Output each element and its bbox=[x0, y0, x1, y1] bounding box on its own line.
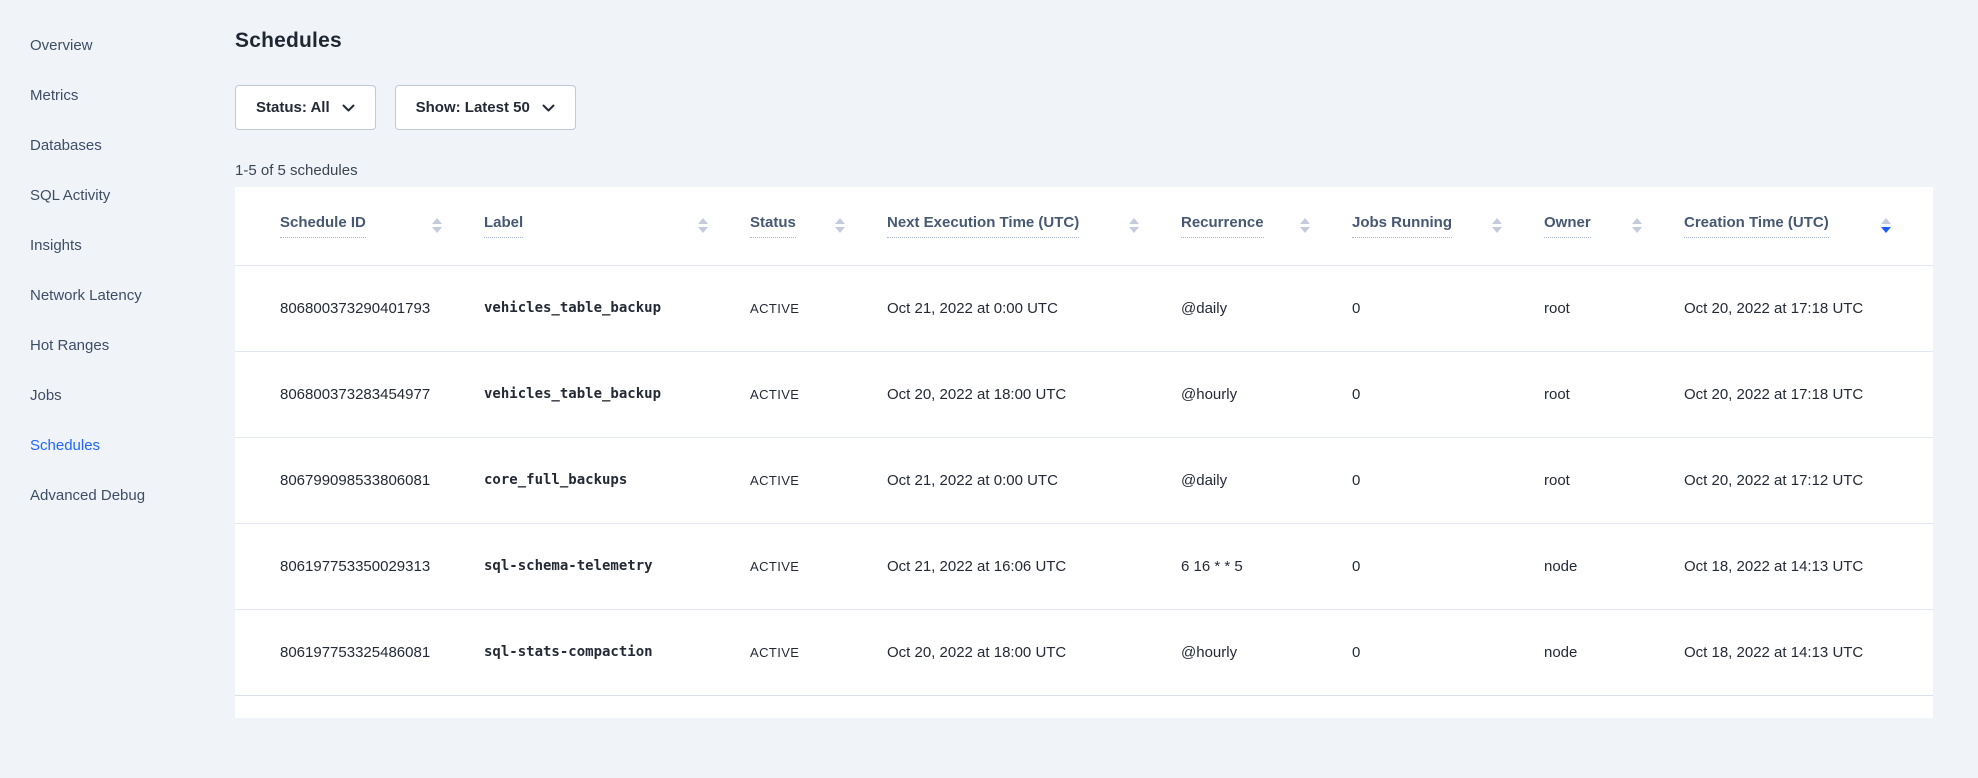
cell-recurrence: @daily bbox=[1181, 437, 1352, 523]
cell-recurrence: @hourly bbox=[1181, 351, 1352, 437]
cell-recurrence: 6 16 * * 5 bbox=[1181, 523, 1352, 609]
table-row: 806800373283454977 vehicles_table_backup… bbox=[235, 351, 1933, 437]
show-latest-dropdown[interactable]: Show: Latest 50 bbox=[395, 85, 576, 130]
cell-jobs-running: 0 bbox=[1352, 351, 1544, 437]
cell-creation-time: Oct 18, 2022 at 14:13 UTC bbox=[1684, 523, 1933, 609]
chevron-down-icon bbox=[342, 104, 355, 113]
cell-next-execution-time: Oct 21, 2022 at 0:00 UTC bbox=[887, 265, 1181, 351]
column-header-jobs-running[interactable]: Jobs Running bbox=[1352, 187, 1544, 265]
column-header-next-execution-time[interactable]: Next Execution Time (UTC) bbox=[887, 187, 1181, 265]
chevron-down-icon bbox=[542, 104, 555, 113]
cell-schedule-id: 806197753325486081 bbox=[235, 609, 484, 695]
cell-status: ACTIVE bbox=[750, 265, 887, 351]
sidebar-item-metrics[interactable]: Metrics bbox=[0, 70, 235, 120]
cell-schedule-id: 806799098533806081 bbox=[235, 437, 484, 523]
cell-schedule-id: 806800373283454977 bbox=[235, 351, 484, 437]
cell-owner: root bbox=[1544, 437, 1684, 523]
schedules-table-panel: Schedule ID Label Status bbox=[235, 187, 1933, 718]
cell-owner: root bbox=[1544, 351, 1684, 437]
cell-next-execution-time: Oct 21, 2022 at 0:00 UTC bbox=[887, 437, 1181, 523]
sidebar-item-network-latency[interactable]: Network Latency bbox=[0, 270, 235, 320]
cell-creation-time: Oct 20, 2022 at 17:18 UTC bbox=[1684, 351, 1933, 437]
table-header-row: Schedule ID Label Status bbox=[235, 187, 1933, 265]
cell-creation-time: Oct 18, 2022 at 14:13 UTC bbox=[1684, 609, 1933, 695]
sort-icon bbox=[835, 218, 845, 233]
filter-bar: Status: All Show: Latest 50 bbox=[235, 85, 576, 130]
page-title: Schedules bbox=[235, 29, 342, 53]
sort-icon bbox=[1300, 218, 1310, 233]
column-header-creation-time[interactable]: Creation Time (UTC) bbox=[1684, 187, 1933, 265]
cell-next-execution-time: Oct 21, 2022 at 16:06 UTC bbox=[887, 523, 1181, 609]
cell-status: ACTIVE bbox=[750, 437, 887, 523]
sidebar-item-sql-activity[interactable]: SQL Activity bbox=[0, 170, 235, 220]
sort-icon bbox=[432, 218, 442, 233]
sort-icon bbox=[1881, 218, 1891, 233]
cell-label: vehicles_table_backup bbox=[484, 265, 750, 351]
cell-jobs-running: 0 bbox=[1352, 609, 1544, 695]
table-row: 806800373290401793 vehicles_table_backup… bbox=[235, 265, 1933, 351]
cell-label: sql-schema-telemetry bbox=[484, 523, 750, 609]
column-header-label[interactable]: Label bbox=[484, 187, 750, 265]
cell-owner: root bbox=[1544, 265, 1684, 351]
cell-creation-time: Oct 20, 2022 at 17:12 UTC bbox=[1684, 437, 1933, 523]
cell-status: ACTIVE bbox=[750, 351, 887, 437]
column-header-owner[interactable]: Owner bbox=[1544, 187, 1684, 265]
status-filter-label: Status: All bbox=[256, 99, 330, 116]
table-row: 806197753325486081 sql-stats-compaction … bbox=[235, 609, 1933, 695]
cell-owner: node bbox=[1544, 609, 1684, 695]
sidebar-item-databases[interactable]: Databases bbox=[0, 120, 235, 170]
column-header-recurrence[interactable]: Recurrence bbox=[1181, 187, 1352, 265]
sidebar-item-overview[interactable]: Overview bbox=[0, 20, 235, 70]
cell-schedule-id: 806197753350029313 bbox=[235, 523, 484, 609]
cell-label: core_full_backups bbox=[484, 437, 750, 523]
results-count: 1-5 of 5 schedules bbox=[235, 162, 358, 179]
sort-icon bbox=[1129, 218, 1139, 233]
show-latest-label: Show: Latest 50 bbox=[416, 99, 530, 116]
sort-icon bbox=[698, 218, 708, 233]
sidebar-item-jobs[interactable]: Jobs bbox=[0, 370, 235, 420]
cell-creation-time: Oct 20, 2022 at 17:18 UTC bbox=[1684, 265, 1933, 351]
sort-icon bbox=[1632, 218, 1642, 233]
table-row: 806799098533806081 core_full_backups ACT… bbox=[235, 437, 1933, 523]
sidebar-item-schedules[interactable]: Schedules bbox=[0, 420, 235, 470]
sort-icon bbox=[1492, 218, 1502, 233]
cell-label: sql-stats-compaction bbox=[484, 609, 750, 695]
cell-label: vehicles_table_backup bbox=[484, 351, 750, 437]
sidebar-item-advanced-debug[interactable]: Advanced Debug bbox=[0, 470, 235, 520]
column-header-status[interactable]: Status bbox=[750, 187, 887, 265]
status-filter-dropdown[interactable]: Status: All bbox=[235, 85, 376, 130]
cell-recurrence: @hourly bbox=[1181, 609, 1352, 695]
column-header-schedule-id[interactable]: Schedule ID bbox=[235, 187, 484, 265]
sidebar-item-insights[interactable]: Insights bbox=[0, 220, 235, 270]
cell-next-execution-time: Oct 20, 2022 at 18:00 UTC bbox=[887, 609, 1181, 695]
cell-next-execution-time: Oct 20, 2022 at 18:00 UTC bbox=[887, 351, 1181, 437]
cell-status: ACTIVE bbox=[750, 609, 887, 695]
cell-recurrence: @daily bbox=[1181, 265, 1352, 351]
schedules-table: Schedule ID Label Status bbox=[235, 187, 1933, 696]
cell-jobs-running: 0 bbox=[1352, 437, 1544, 523]
cell-status: ACTIVE bbox=[750, 523, 887, 609]
sidebar-nav: Overview Metrics Databases SQL Activity … bbox=[0, 20, 235, 520]
table-row: 806197753350029313 sql-schema-telemetry … bbox=[235, 523, 1933, 609]
cell-schedule-id: 806800373290401793 bbox=[235, 265, 484, 351]
sidebar-item-hot-ranges[interactable]: Hot Ranges bbox=[0, 320, 235, 370]
cell-jobs-running: 0 bbox=[1352, 523, 1544, 609]
cell-owner: node bbox=[1544, 523, 1684, 609]
cell-jobs-running: 0 bbox=[1352, 265, 1544, 351]
